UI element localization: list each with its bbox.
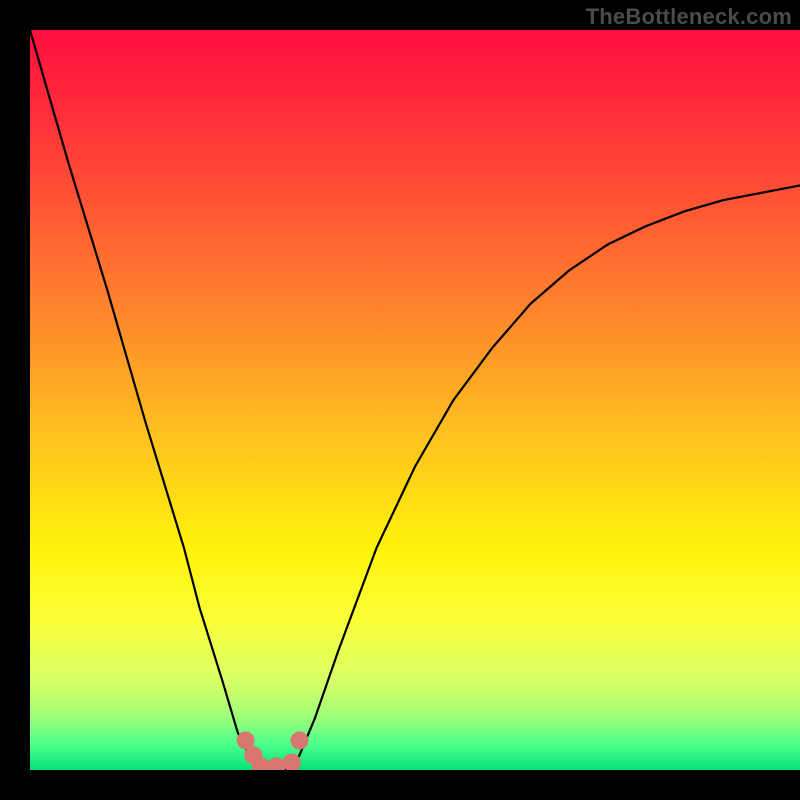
data-marker bbox=[291, 731, 309, 749]
bottleneck-curve bbox=[30, 30, 800, 770]
plot-area bbox=[30, 30, 800, 770]
chart-frame: TheBottleneck.com bbox=[30, 0, 800, 770]
data-marker bbox=[267, 757, 285, 770]
attribution-label: TheBottleneck.com bbox=[586, 4, 792, 30]
